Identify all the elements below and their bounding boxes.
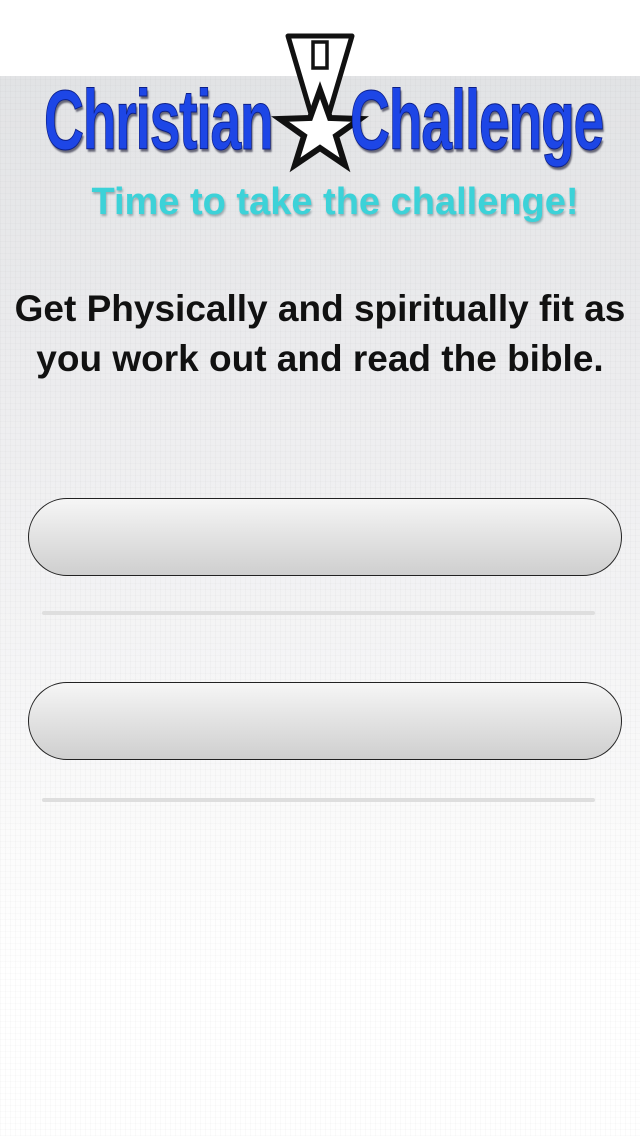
divider (42, 798, 595, 802)
background (0, 76, 640, 1136)
tagline: Time to take the challenge! (91, 181, 579, 223)
app-screen: Christian Challenge Time to take the cha… (0, 0, 640, 1136)
app-logo: Christian Challenge (0, 0, 640, 180)
divider (42, 611, 595, 615)
logo-word-challenge: Challenge (350, 73, 605, 168)
menu-button-2[interactable] (28, 682, 622, 760)
description-text: Get Physically and spiritually fit as yo… (14, 288, 626, 379)
menu-button-1[interactable] (28, 498, 622, 576)
logo-word-christian: Christian (44, 73, 274, 168)
